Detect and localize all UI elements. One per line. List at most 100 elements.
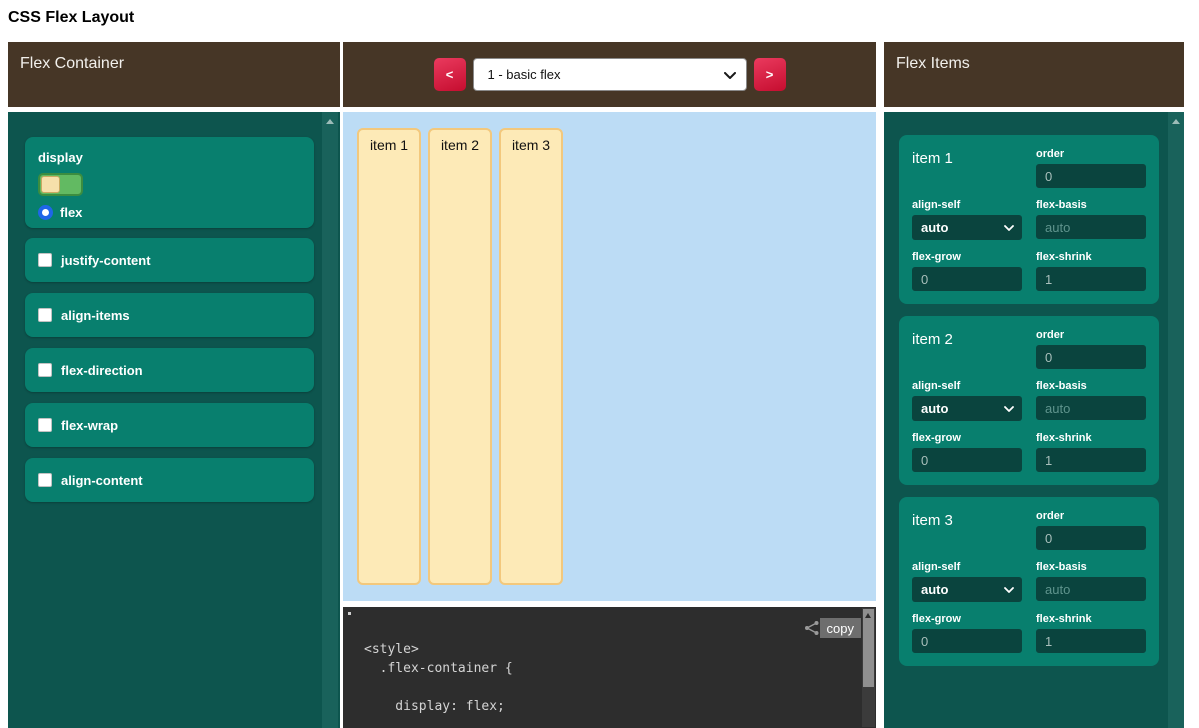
radio-checked-icon[interactable] bbox=[38, 205, 53, 220]
code-panel: copy <style> .flex-container { display: … bbox=[343, 607, 876, 728]
flex-grow-label: flex-grow bbox=[912, 432, 1022, 444]
flex-preview-canvas: item 1 item 2 item 3 bbox=[343, 112, 876, 601]
flex-shrink-label: flex-shrink bbox=[1036, 432, 1146, 444]
flex-grow-input[interactable] bbox=[912, 448, 1022, 472]
item-card-1: item 1 order align-self auto flex-basis bbox=[899, 135, 1159, 304]
order-input[interactable] bbox=[1036, 164, 1146, 188]
flex-items-panel-title: Flex Items bbox=[896, 55, 970, 73]
align-self-field: align-self auto bbox=[912, 561, 1022, 602]
flex-basis-label: flex-basis bbox=[1036, 199, 1146, 211]
order-input[interactable] bbox=[1036, 526, 1146, 550]
align-self-select[interactable]: auto bbox=[912, 215, 1022, 240]
flex-container-panel-header: Flex Container bbox=[8, 42, 340, 107]
item-card-title: item 2 bbox=[912, 329, 1022, 369]
align-self-field: align-self auto bbox=[912, 199, 1022, 240]
flex-container-panel-title: Flex Container bbox=[20, 55, 124, 73]
chevron-down-icon bbox=[1004, 587, 1014, 594]
flex-basis-field: flex-basis bbox=[1036, 561, 1146, 602]
property-card-align-content: align-content bbox=[25, 458, 314, 502]
align-self-field: align-self auto bbox=[912, 380, 1022, 421]
property-card-flex-direction: flex-direction bbox=[25, 348, 314, 392]
order-label: order bbox=[1036, 329, 1146, 341]
flex-container-panel-body: display flex justify-content align-items bbox=[8, 112, 340, 728]
property-card-label: flex-wrap bbox=[61, 418, 118, 433]
example-select-value: 1 - basic flex bbox=[474, 67, 561, 82]
flex-grow-field: flex-grow bbox=[912, 432, 1022, 472]
align-self-select[interactable]: auto bbox=[912, 396, 1022, 421]
order-field: order bbox=[1036, 329, 1146, 369]
order-field: order bbox=[1036, 510, 1146, 550]
page-title: CSS Flex Layout bbox=[8, 9, 134, 27]
checkbox-icon[interactable] bbox=[38, 363, 52, 377]
property-card-align-items: align-items bbox=[25, 293, 314, 337]
copy-button[interactable]: copy bbox=[820, 618, 861, 638]
flex-shrink-label: flex-shrink bbox=[1036, 613, 1146, 625]
flex-items-panel-body: item 1 order align-self auto flex-basis bbox=[884, 112, 1184, 728]
display-flex-radio-row[interactable]: flex bbox=[38, 205, 301, 220]
preview-column: < 1 - basic flex > item 1 item 2 item 3 … bbox=[343, 42, 876, 728]
flex-shrink-input[interactable] bbox=[1036, 267, 1146, 291]
code-panel-dot bbox=[348, 612, 351, 615]
code-text: <style> .flex-container { display: flex; bbox=[343, 607, 876, 716]
flex-basis-field: flex-basis bbox=[1036, 380, 1146, 421]
item-card-2: item 2 order align-self auto flex-basis bbox=[899, 316, 1159, 485]
flex-shrink-field: flex-shrink bbox=[1036, 613, 1146, 653]
checkbox-icon[interactable] bbox=[38, 418, 52, 432]
item-card-title: item 3 bbox=[912, 510, 1022, 550]
align-self-value: auto bbox=[912, 401, 948, 416]
flex-grow-field: flex-grow bbox=[912, 251, 1022, 291]
display-flex-radio-label: flex bbox=[60, 205, 82, 220]
flex-grow-input[interactable] bbox=[912, 629, 1022, 653]
property-card-justify-content: justify-content bbox=[25, 238, 314, 282]
flex-basis-input[interactable] bbox=[1036, 577, 1146, 601]
flex-shrink-field: flex-shrink bbox=[1036, 251, 1146, 291]
preview-item: item 1 bbox=[357, 128, 421, 585]
example-nav-bar: < 1 - basic flex > bbox=[343, 42, 876, 107]
display-label: display bbox=[38, 150, 301, 165]
scroll-up-arrow-icon[interactable] bbox=[326, 119, 334, 124]
share-icon[interactable] bbox=[804, 620, 820, 636]
flex-grow-label: flex-grow bbox=[912, 251, 1022, 263]
left-panel-scrollbar[interactable] bbox=[322, 112, 338, 728]
chevron-down-icon bbox=[1004, 225, 1014, 232]
checkbox-icon[interactable] bbox=[38, 308, 52, 322]
order-label: order bbox=[1036, 148, 1146, 160]
preview-item: item 2 bbox=[428, 128, 492, 585]
flex-basis-input[interactable] bbox=[1036, 215, 1146, 239]
flex-shrink-field: flex-shrink bbox=[1036, 432, 1146, 472]
display-card: display flex bbox=[25, 137, 314, 228]
property-card-label: justify-content bbox=[61, 253, 151, 268]
item-card-3: item 3 order align-self auto flex-basis bbox=[899, 497, 1159, 666]
order-input[interactable] bbox=[1036, 345, 1146, 369]
flex-shrink-input[interactable] bbox=[1036, 629, 1146, 653]
align-self-value: auto bbox=[912, 220, 948, 235]
chevron-down-icon bbox=[1004, 406, 1014, 413]
checkbox-icon[interactable] bbox=[38, 473, 52, 487]
right-panel-scrollbar[interactable] bbox=[1168, 112, 1184, 728]
prev-example-button[interactable]: < bbox=[434, 58, 466, 91]
align-self-select[interactable]: auto bbox=[912, 577, 1022, 602]
flex-grow-input[interactable] bbox=[912, 267, 1022, 291]
property-card-label: align-items bbox=[61, 308, 130, 323]
flex-grow-label: flex-grow bbox=[912, 613, 1022, 625]
app: CSS Flex Layout Flex Container display f… bbox=[0, 0, 1199, 728]
property-card-label: align-content bbox=[61, 473, 143, 488]
checkbox-icon[interactable] bbox=[38, 253, 52, 267]
example-select[interactable]: 1 - basic flex bbox=[473, 58, 747, 91]
align-self-label: align-self bbox=[912, 199, 1022, 211]
order-label: order bbox=[1036, 510, 1146, 522]
align-self-label: align-self bbox=[912, 561, 1022, 573]
scroll-up-arrow-icon[interactable] bbox=[1172, 119, 1180, 124]
next-example-button[interactable]: > bbox=[754, 58, 786, 91]
chevron-down-icon bbox=[724, 72, 736, 80]
display-toggle[interactable] bbox=[38, 173, 83, 196]
scroll-up-arrow-icon bbox=[865, 613, 871, 618]
code-scrollbar[interactable] bbox=[862, 608, 875, 727]
code-scrollbar-thumb[interactable] bbox=[863, 609, 874, 687]
property-card-flex-wrap: flex-wrap bbox=[25, 403, 314, 447]
flex-items-panel-header: Flex Items - 3 + bbox=[884, 42, 1184, 107]
flex-basis-input[interactable] bbox=[1036, 396, 1146, 420]
preview-item: item 3 bbox=[499, 128, 563, 585]
flex-shrink-input[interactable] bbox=[1036, 448, 1146, 472]
toggle-knob-icon bbox=[41, 176, 60, 193]
